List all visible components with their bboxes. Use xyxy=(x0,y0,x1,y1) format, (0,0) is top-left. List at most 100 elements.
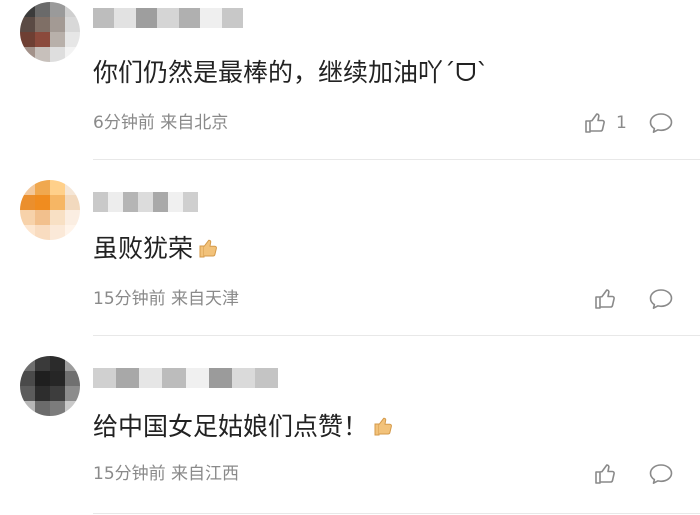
username-blurred[interactable] xyxy=(93,8,243,28)
avatar-pixel xyxy=(20,47,35,62)
reply-button[interactable] xyxy=(648,111,674,135)
avatar-pixel xyxy=(65,401,80,416)
username-pixel xyxy=(135,8,158,28)
comment-icon xyxy=(649,464,673,484)
like-count: 1 xyxy=(616,113,627,133)
avatar-pixel xyxy=(50,356,65,371)
username-pixel xyxy=(185,368,209,388)
avatar-pixel xyxy=(50,225,65,240)
avatar-pixel xyxy=(20,17,35,32)
comment-icon xyxy=(649,289,673,309)
username-pixel xyxy=(221,8,243,28)
avatar-pixel xyxy=(65,356,80,371)
username-pixel xyxy=(157,8,179,28)
avatar-pixel xyxy=(35,371,50,386)
reply-button[interactable] xyxy=(648,462,674,486)
comment-time: 15分钟前 xyxy=(93,289,166,309)
avatar-pixel xyxy=(65,210,80,225)
comment-meta: 15分钟前 来自天津 xyxy=(93,289,239,309)
avatar-pixel xyxy=(65,195,80,210)
username-pixel xyxy=(254,368,278,388)
avatar-pixel xyxy=(20,356,35,371)
avatar-pixel xyxy=(35,356,50,371)
avatar-pixel xyxy=(65,47,80,62)
comment-item: 虽败犹荣 15分钟前 来自天津 xyxy=(0,160,700,336)
reply-button[interactable] xyxy=(648,287,674,311)
comment-time: 6分钟前 xyxy=(93,113,155,133)
avatar-pixel xyxy=(35,210,50,225)
username-pixel xyxy=(183,192,198,212)
avatar-pixel xyxy=(65,2,80,17)
avatar-pixel xyxy=(35,2,50,17)
avatar-pixel xyxy=(65,225,80,240)
comment-meta: 6分钟前 来自北京 xyxy=(93,113,228,133)
avatar-pixel xyxy=(50,401,65,416)
avatar-pixel xyxy=(20,371,35,386)
thumbs-up-icon xyxy=(595,464,615,484)
avatar-pixel xyxy=(50,180,65,195)
username-blurred[interactable] xyxy=(93,368,278,388)
comment-item: 给中国女足姑娘们点赞！ 15分钟前 来自江西 xyxy=(0,336,700,515)
username-blurred[interactable] xyxy=(93,192,198,212)
username-pixel xyxy=(153,192,168,212)
avatar-pixel xyxy=(50,32,65,47)
username-pixel xyxy=(139,368,163,388)
avatar-pixel xyxy=(65,371,80,386)
avatar[interactable] xyxy=(20,356,80,416)
like-button[interactable]: 1 xyxy=(584,111,627,135)
comment-text: 虽败犹荣 xyxy=(93,234,221,264)
avatar-pixel xyxy=(65,17,80,32)
avatar-pixel xyxy=(35,401,50,416)
username-pixel xyxy=(108,192,123,212)
avatar-pixel xyxy=(50,210,65,225)
username-pixel xyxy=(93,192,108,212)
avatar-pixel xyxy=(20,180,35,195)
username-pixel xyxy=(208,368,232,388)
avatar-pixel xyxy=(65,386,80,401)
avatar-pixel xyxy=(20,195,35,210)
avatar-pixel xyxy=(35,32,50,47)
comment-text: 给中国女足姑娘们点赞！ xyxy=(93,412,396,442)
username-pixel xyxy=(114,8,136,28)
avatar-pixel xyxy=(20,32,35,47)
avatar-pixel xyxy=(50,17,65,32)
username-pixel xyxy=(200,8,222,28)
username-pixel xyxy=(116,368,140,388)
thumbs-up-emoji-icon xyxy=(199,239,217,258)
avatar-pixel xyxy=(50,371,65,386)
avatar-pixel xyxy=(20,401,35,416)
avatar-pixel xyxy=(35,47,50,62)
username-pixel xyxy=(162,368,186,388)
avatar-pixel xyxy=(20,210,35,225)
thumbs-up-icon xyxy=(585,113,605,133)
comment-location: 来自江西 xyxy=(171,464,240,484)
avatar-pixel xyxy=(35,17,50,32)
avatar-pixel xyxy=(20,225,35,240)
divider xyxy=(93,513,700,514)
avatar-pixel xyxy=(35,180,50,195)
avatar-pixel xyxy=(35,225,50,240)
avatar-pixel xyxy=(20,386,35,401)
avatar-pixel xyxy=(20,2,35,17)
like-button[interactable] xyxy=(594,462,618,486)
username-pixel xyxy=(178,8,201,28)
username-pixel xyxy=(168,192,183,212)
avatar-pixel xyxy=(50,47,65,62)
comment-meta: 15分钟前 来自江西 xyxy=(93,464,239,484)
username-pixel xyxy=(93,368,117,388)
comment-icon xyxy=(649,113,673,133)
avatar-pixel xyxy=(50,386,65,401)
thumbs-up-emoji-icon xyxy=(374,417,392,436)
comment-text: 你们仍然是最棒的，继续加油吖ˊᗜˋ xyxy=(93,58,489,87)
username-pixel xyxy=(123,192,138,212)
like-button[interactable] xyxy=(594,287,618,311)
avatar[interactable] xyxy=(20,2,80,62)
avatar-pixel xyxy=(65,32,80,47)
username-pixel xyxy=(231,368,255,388)
comment-item: 你们仍然是最棒的，继续加油吖ˊᗜˋ 6分钟前 来自北京 1 xyxy=(0,0,700,160)
comment-time: 15分钟前 xyxy=(93,464,166,484)
avatar-pixel xyxy=(50,195,65,210)
avatar-pixel xyxy=(65,180,80,195)
avatar[interactable] xyxy=(20,180,80,240)
username-pixel xyxy=(93,8,115,28)
